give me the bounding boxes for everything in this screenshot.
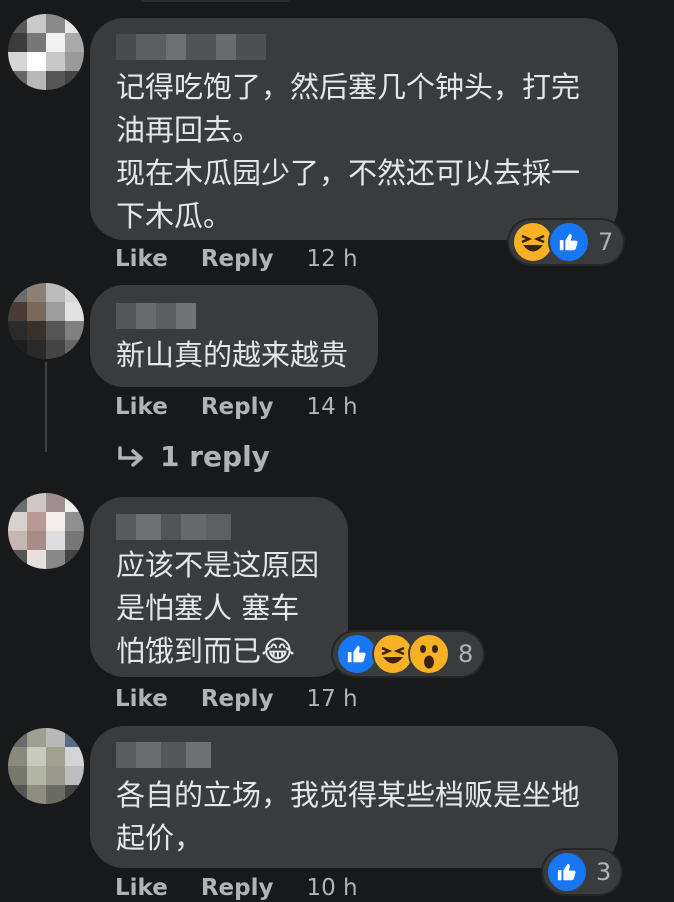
like-link[interactable]: Like [115, 394, 168, 420]
reaction-count: 8 [458, 640, 474, 668]
comment-text: 应该不是这原因 是怕塞人 塞车 怕饿到而已😂 [116, 548, 320, 668]
comment-text: 记得吃饱了，然后塞几个钟头，打完 油再回去。 现在木瓜园少了，不然还可以去採一 … [116, 70, 581, 233]
comment-actions: Like Reply 14 h [115, 394, 358, 420]
timestamp[interactable]: 17 h [306, 686, 357, 712]
reaction-summary[interactable]: 3 [543, 850, 622, 894]
timestamp[interactable]: 10 h [306, 875, 357, 901]
reply-link[interactable]: Reply [201, 875, 274, 901]
thumbs-up-icon [548, 221, 590, 263]
thread-connector [45, 362, 47, 452]
reply-link[interactable]: Reply [201, 394, 274, 420]
reaction-summary[interactable]: 8 [333, 632, 484, 676]
comment-text: 新山真的越来越贵 [116, 338, 349, 372]
comment-actions: Like Reply 17 h [115, 686, 358, 712]
like-link[interactable]: Like [115, 686, 168, 712]
thumbs-up-icon [546, 851, 588, 893]
commenter-name-redacted[interactable] [116, 514, 231, 540]
view-replies-link[interactable]: 1 reply [116, 440, 270, 473]
replies-count[interactable]: 1 reply [160, 440, 270, 473]
comment-actions: Like Reply 10 h [115, 875, 358, 901]
comment-actions: Like Reply 12 h [115, 246, 358, 272]
reaction-count: 7 [598, 228, 614, 256]
comment-text: 各自的立场，我觉得某些档贩是坐地 起价， [116, 778, 581, 855]
previous-comment-remnant [140, 0, 290, 2]
reply-link[interactable]: Reply [201, 246, 274, 272]
reaction-summary[interactable]: 7 [509, 220, 624, 264]
avatar[interactable] [8, 283, 84, 359]
commenter-name-redacted[interactable] [116, 742, 211, 768]
commenter-name-redacted[interactable] [116, 303, 196, 329]
like-link[interactable]: Like [115, 875, 168, 901]
reaction-count: 3 [596, 858, 612, 886]
wow-emoji-icon [408, 633, 450, 675]
commenter-name-redacted[interactable] [116, 34, 266, 60]
timestamp[interactable]: 14 h [306, 394, 357, 420]
reply-arrow-icon [116, 444, 146, 470]
timestamp[interactable]: 12 h [306, 246, 357, 272]
avatar[interactable] [8, 728, 84, 804]
avatar[interactable] [8, 493, 84, 569]
reply-link[interactable]: Reply [201, 686, 274, 712]
avatar[interactable] [8, 14, 84, 90]
like-link[interactable]: Like [115, 246, 168, 272]
